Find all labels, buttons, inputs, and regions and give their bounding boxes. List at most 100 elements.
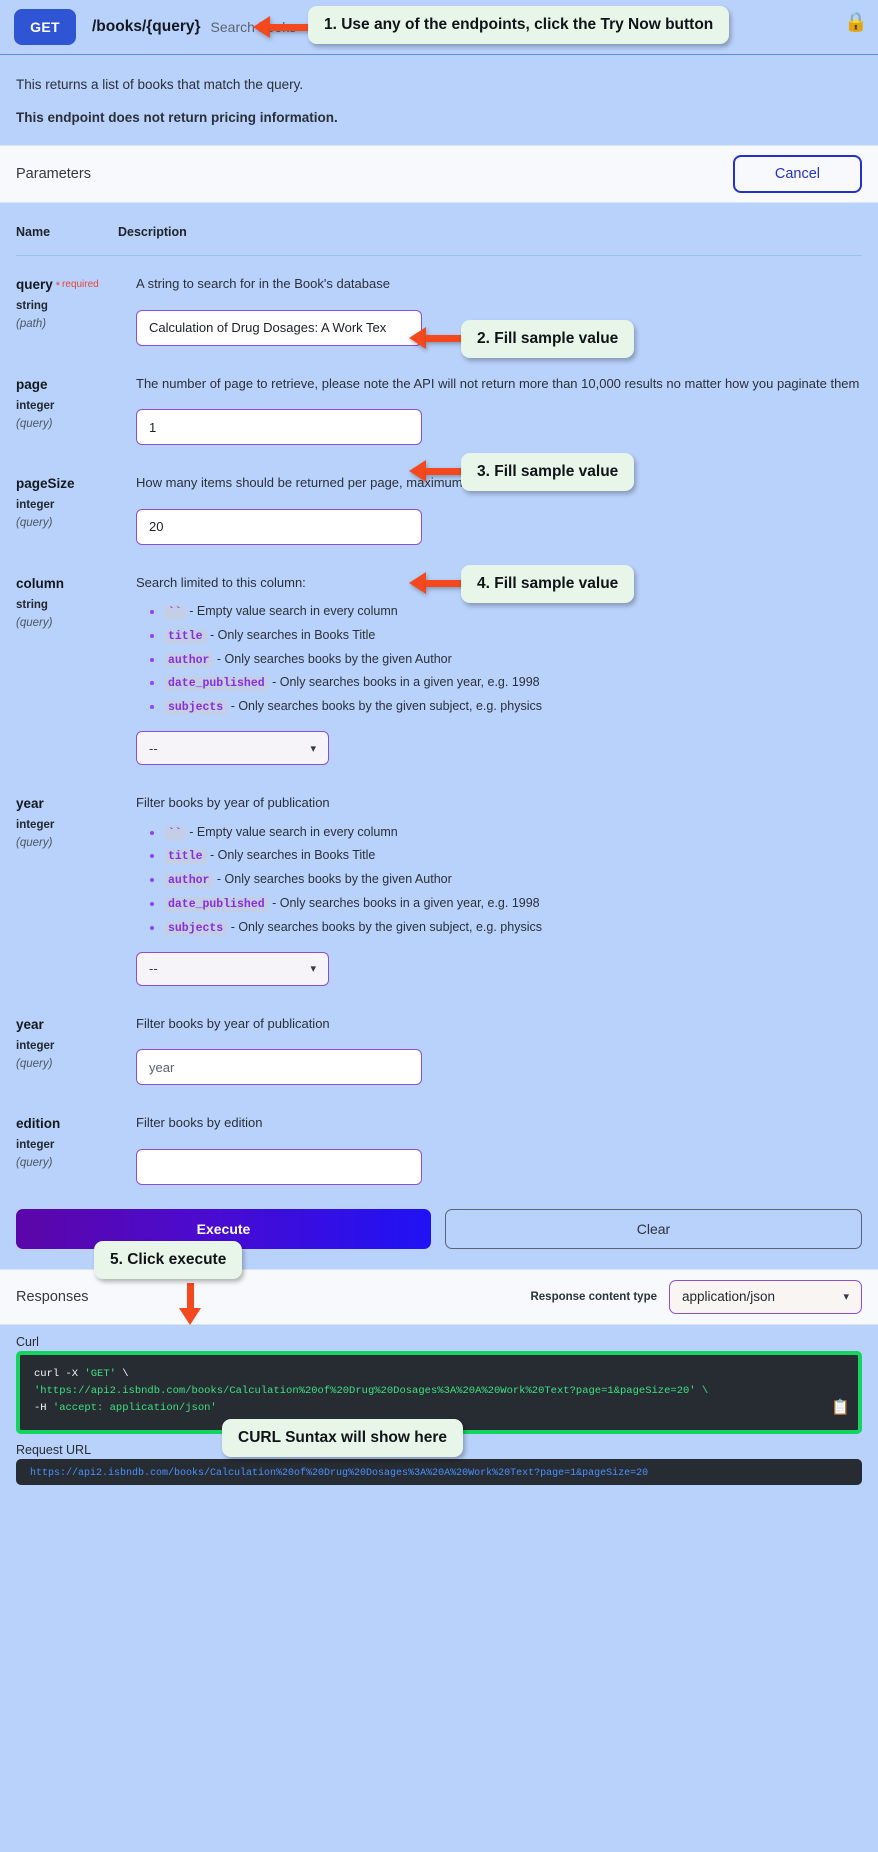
option-code: date_published xyxy=(164,676,269,692)
column-options-list: `` - Empty value search in every column … xyxy=(136,602,862,717)
response-content-type-value: application/json xyxy=(682,1289,776,1305)
query-input[interactable] xyxy=(136,309,422,346)
curl-section: Curl curl -X 'GET' \ 'https://api2.isbnd… xyxy=(0,1325,878,1485)
request-url-value: https://api2.isbndb.com/books/Calculatio… xyxy=(16,1458,862,1485)
option-code: title xyxy=(164,628,207,644)
page-input[interactable] xyxy=(136,409,422,445)
parameter-location: (query) xyxy=(16,1157,53,1170)
description-line-2: This endpoint does not return pricing in… xyxy=(16,110,338,125)
parameter-description: A string to search for in the Book's dat… xyxy=(136,276,390,291)
parameter-description: The number of page to retrieve, please n… xyxy=(136,375,860,391)
parameter-type: integer xyxy=(16,399,55,412)
parameter-type: integer xyxy=(16,819,55,832)
curl-header-value: 'accept: application/json' xyxy=(52,1402,217,1415)
parameter-name-cell: query * required string (path) xyxy=(16,274,118,330)
year-select[interactable]: -- ▾ xyxy=(136,951,329,986)
column-header-description: Description xyxy=(118,225,187,239)
lock-icon[interactable]: 🔒 xyxy=(844,13,868,32)
curl-line1-tail: \ xyxy=(115,1367,129,1380)
annotation-callout-5: 5. Click execute xyxy=(94,1241,243,1279)
parameter-location: (path) xyxy=(16,318,47,330)
required-label: required xyxy=(62,279,99,290)
column-select[interactable]: -- ▾ xyxy=(136,731,329,766)
annotation-callout-2: 2. Fill sample value xyxy=(461,320,635,358)
option-text: - Empty value search in every column xyxy=(189,824,398,839)
annotation-arrow-5 xyxy=(179,1283,201,1325)
list-item: author - Only searches books by the give… xyxy=(164,650,862,670)
operation-path: /books/{query} xyxy=(92,18,201,35)
option-text: - Only searches in Books Title xyxy=(210,848,376,863)
parameter-name: edition xyxy=(16,1116,61,1132)
parameters-table-header: Name Description xyxy=(16,203,862,256)
parameter-type: integer xyxy=(16,499,55,511)
parameter-name-cell: edition integer (query) xyxy=(16,1113,118,1169)
annotation-arrow-3 xyxy=(409,460,465,482)
annotation-callout-3: 3. Fill sample value xyxy=(461,453,635,491)
parameter-description-cell: Filter books by edition xyxy=(118,1113,862,1185)
option-code: author xyxy=(164,873,214,889)
parameter-name-cell: year integer (query) xyxy=(16,793,118,849)
list-item: subjects - Only searches books by the gi… xyxy=(164,918,862,938)
response-content-type-select[interactable]: application/json ▾ xyxy=(669,1279,862,1314)
list-item: title - Only searches in Books Title xyxy=(164,846,862,866)
parameter-type: string xyxy=(16,598,48,611)
parameter-description-cell: Filter books by year of publication xyxy=(118,1014,862,1086)
curl-method: 'GET' xyxy=(84,1367,116,1380)
parameter-location: (query) xyxy=(16,616,53,629)
parameter-name-cell: column string (query) xyxy=(16,573,118,629)
parameters-bar: Parameters Cancel xyxy=(0,145,878,203)
parameter-name-cell: pageSize integer (query) xyxy=(16,473,118,529)
annotation-callout-1: 1. Use any of the endpoints, click the T… xyxy=(308,6,730,44)
option-code: date_published xyxy=(164,897,269,912)
description-line-1: This returns a list of books that match … xyxy=(16,77,304,92)
list-item: date_published - Only searches books in … xyxy=(164,894,862,914)
parameter-location: (query) xyxy=(16,1057,53,1070)
curl-cmd: curl -X xyxy=(34,1367,85,1380)
pagesize-input[interactable] xyxy=(136,508,422,545)
api-docs-page: GET /books/{query} Search books 🔒 This r… xyxy=(0,0,878,1852)
parameter-name: year xyxy=(16,1016,44,1032)
curl-label: Curl xyxy=(16,1334,39,1349)
parameter-row-year-input: year integer (query) Filter books by yea… xyxy=(16,996,862,1096)
parameter-location: (query) xyxy=(16,517,53,529)
parameter-location: (query) xyxy=(16,837,53,850)
clear-button[interactable]: Clear xyxy=(445,1208,862,1249)
option-text: - Only searches books by the given subje… xyxy=(230,699,542,714)
annotation-arrow-4 xyxy=(409,572,465,594)
parameter-name: pageSize xyxy=(16,476,75,491)
parameter-name: query xyxy=(16,277,53,292)
year-input[interactable] xyxy=(136,1049,422,1086)
option-text: - Only searches books in a given year, e… xyxy=(272,896,540,910)
http-method-badge: GET xyxy=(14,9,76,45)
cancel-button[interactable]: Cancel xyxy=(732,155,862,193)
required-star: * xyxy=(55,280,61,292)
parameter-description-cell: Filter books by year of publication `` -… xyxy=(118,793,862,986)
copy-icon[interactable]: 📋 xyxy=(831,1401,850,1420)
option-code: `` xyxy=(164,605,186,620)
edition-input[interactable] xyxy=(136,1148,422,1185)
option-text: - Only searches books by the given Autho… xyxy=(216,651,452,666)
list-item: `` - Empty value search in every column xyxy=(164,823,862,843)
curl-header-flag: -H xyxy=(34,1402,53,1415)
annotation-arrow-1 xyxy=(253,16,311,38)
responses-title: Responses xyxy=(16,1288,89,1305)
parameter-name-cell: page integer (query) xyxy=(16,374,118,430)
parameter-name: year xyxy=(16,796,44,812)
option-text: - Only searches books by the given subje… xyxy=(230,919,542,934)
option-code: subjects xyxy=(164,920,228,936)
parameter-location: (query) xyxy=(16,417,53,430)
parameters-table: Name Description query * required string (… xyxy=(0,203,878,1195)
parameter-description-cell: The number of page to retrieve, please n… xyxy=(118,374,862,445)
option-text: - Empty value search in every column xyxy=(189,604,398,618)
year-select-value: -- xyxy=(149,961,158,977)
column-select-value: -- xyxy=(149,740,158,756)
option-code: title xyxy=(164,849,207,865)
option-code: subjects xyxy=(164,700,228,716)
parameter-row-year-select: year integer (query) Filter books by yea… xyxy=(16,775,862,996)
parameter-type: integer xyxy=(16,1039,55,1052)
parameter-name: page xyxy=(16,376,48,392)
chevron-down-icon: ▾ xyxy=(310,742,316,755)
list-item: date_published - Only searches books in … xyxy=(164,673,862,693)
annotation-callout-4: 4. Fill sample value xyxy=(461,565,635,603)
parameter-description: Filter books by edition xyxy=(136,1115,263,1131)
